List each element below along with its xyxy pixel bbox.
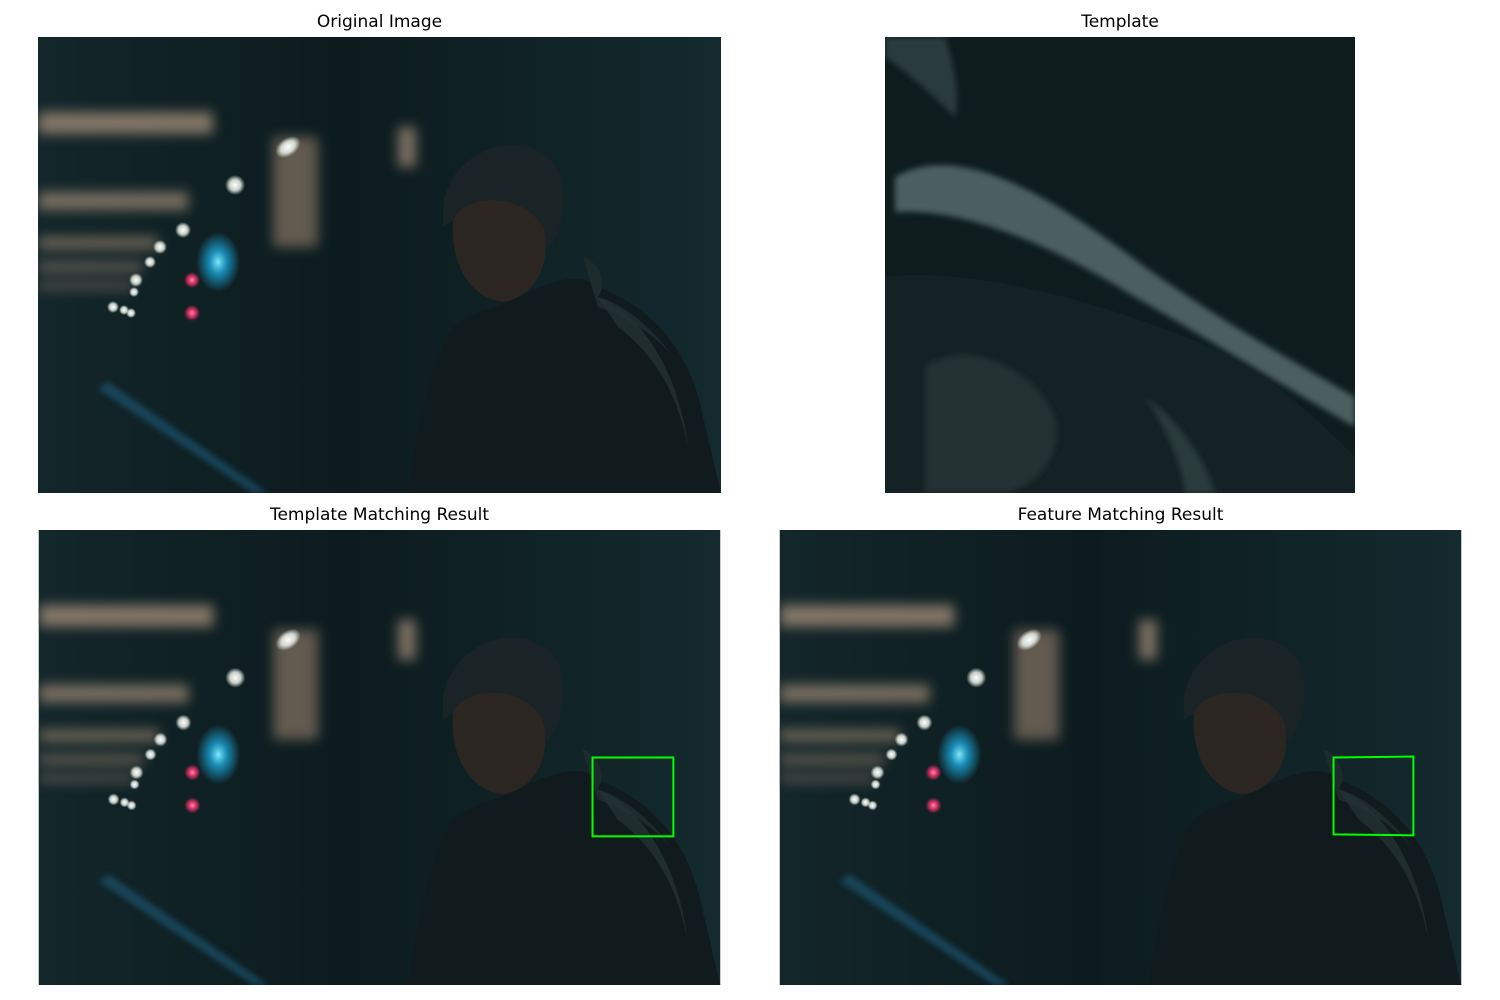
template-matching-title: Template Matching Result (269, 505, 490, 525)
original-image-title: Original Image (316, 12, 443, 32)
original-image (38, 37, 721, 493)
template-matching-image (38, 530, 721, 985)
feature-matching-title: Feature Matching Result (1017, 505, 1224, 525)
template-image (885, 37, 1355, 493)
feature-matching-image (779, 530, 1462, 985)
template-title: Template (1081, 12, 1159, 32)
